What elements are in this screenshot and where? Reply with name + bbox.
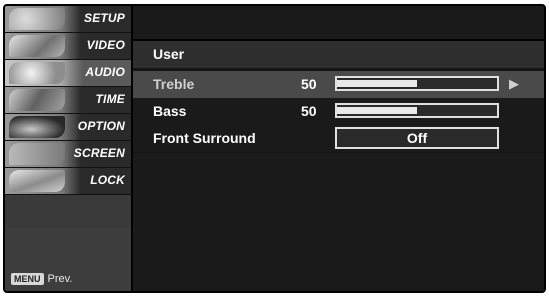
menu-item-time[interactable]: TIME (5, 87, 131, 114)
menu-item-screen-label: SCREEN (73, 146, 125, 160)
menu-key-icon: MENU (11, 273, 44, 285)
treble-slider-fill (337, 80, 417, 87)
menu-item-setup[interactable]: SETUP (5, 6, 131, 33)
front-surround-value[interactable]: Off (335, 127, 499, 149)
front-surround-label: Front Surround (153, 130, 256, 146)
prev-hint: MENU Prev. (11, 273, 72, 285)
treble-value: 50 (301, 76, 317, 92)
bass-value: 50 (301, 103, 317, 119)
audio-settings-panel: User Treble 50 ▶ Bass 50 Front Surround … (133, 6, 544, 291)
tv-menu-screen: SETUP VIDEO AUDIO TIME OPTION SCREEN LOC… (3, 4, 546, 293)
audio-icon (9, 62, 65, 84)
menu-item-audio[interactable]: AUDIO (5, 60, 131, 87)
treble-row[interactable]: Treble 50 ▶ (133, 71, 544, 98)
treble-slider[interactable] (335, 76, 499, 91)
menu-item-option[interactable]: OPTION (5, 114, 131, 141)
submenu-arrow-icon: ▶ (509, 76, 519, 91)
menu-item-video-label: VIDEO (86, 38, 125, 52)
lock-icon (9, 170, 65, 192)
video-icon (9, 35, 65, 57)
time-icon (9, 89, 65, 111)
sidebar-footer: MENU Prev. (5, 228, 131, 291)
prev-label: Prev. (47, 273, 73, 285)
screen-icon (9, 143, 65, 165)
panel-empty-area (133, 153, 544, 291)
setup-icon (9, 8, 65, 30)
bass-slider-fill (337, 107, 417, 114)
menu-item-audio-label: AUDIO (85, 65, 125, 79)
menu-item-screen[interactable]: SCREEN (5, 141, 131, 168)
sound-mode-label: User (153, 46, 185, 62)
main-menu-sidebar: SETUP VIDEO AUDIO TIME OPTION SCREEN LOC… (5, 6, 133, 291)
bass-slider[interactable] (335, 103, 499, 118)
menu-item-time-label: TIME (95, 92, 125, 106)
front-surround-row[interactable]: Front Surround Off (133, 125, 544, 152)
bass-label: Bass (153, 103, 187, 119)
menu-item-option-label: OPTION (77, 119, 125, 133)
treble-label: Treble (153, 76, 195, 92)
menu-item-video[interactable]: VIDEO (5, 33, 131, 60)
menu-item-setup-label: SETUP (83, 11, 125, 25)
option-icon (9, 116, 65, 138)
bass-row[interactable]: Bass 50 (133, 98, 544, 125)
menu-item-lock[interactable]: LOCK (5, 168, 131, 195)
sound-mode-row[interactable]: User (133, 41, 544, 68)
panel-header (133, 6, 544, 41)
menu-item-lock-label: LOCK (90, 173, 125, 187)
